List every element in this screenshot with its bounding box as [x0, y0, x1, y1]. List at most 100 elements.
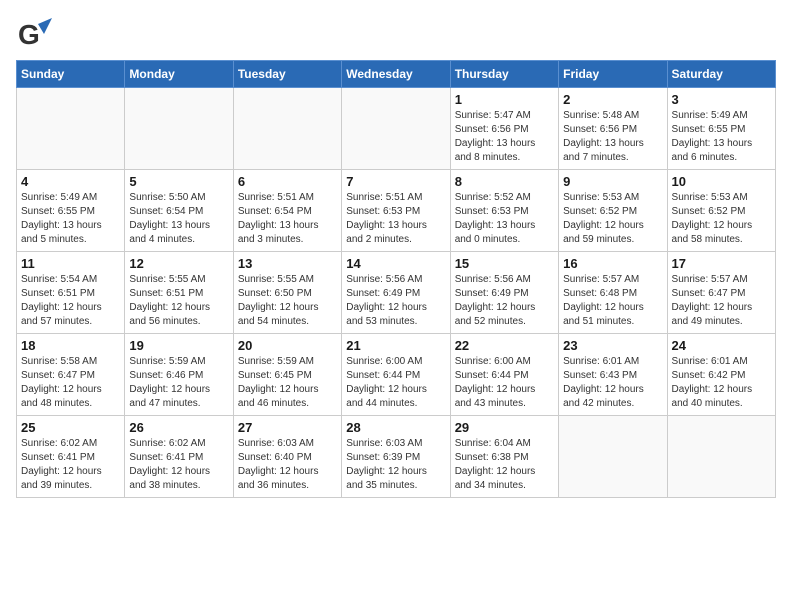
day-info: Sunrise: 5:51 AM Sunset: 6:54 PM Dayligh…	[238, 191, 337, 247]
day-info: Sunrise: 6:01 AM Sunset: 6:42 PM Dayligh…	[672, 355, 771, 411]
calendar-cell: 9 Sunrise: 5:53 AM Sunset: 6:52 PM Daylig…	[559, 170, 667, 252]
day-info: Sunrise: 6:03 AM Sunset: 6:40 PM Dayligh…	[238, 437, 337, 493]
day-info: Sunrise: 6:02 AM Sunset: 6:41 PM Dayligh…	[21, 437, 120, 493]
day-info: Sunrise: 5:51 AM Sunset: 6:53 PM Dayligh…	[346, 191, 445, 247]
calendar-cell: 4Sunrise: 5:49 AM Sunset: 6:55 PM Daylig…	[17, 170, 125, 252]
day-info: Sunrise: 5:47 AM Sunset: 6:56 PM Dayligh…	[455, 109, 554, 165]
day-number: 25	[21, 420, 120, 435]
day-number: 17	[672, 256, 771, 271]
calendar-cell: 26 Sunrise: 6:02 AM Sunset: 6:41 PM Dayli…	[125, 416, 233, 498]
calendar-cell: 24 Sunrise: 6:01 AM Sunset: 6:42 PM Dayli…	[667, 334, 775, 416]
day-number: 14	[346, 256, 445, 271]
day-info: Sunrise: 5:53 AM Sunset: 6:52 PM Dayligh…	[672, 191, 771, 247]
calendar-cell: 29 Sunrise: 6:04 AM Sunset: 6:38 PM Dayli…	[450, 416, 558, 498]
calendar-cell: 14 Sunrise: 5:56 AM Sunset: 6:49 PM Dayli…	[342, 252, 450, 334]
col-header-sunday: Sunday	[17, 61, 125, 88]
col-header-thursday: Thursday	[450, 61, 558, 88]
calendar-cell: 18 Sunrise: 5:58 AM Sunset: 6:47 PM Dayli…	[17, 334, 125, 416]
calendar-cell: 22 Sunrise: 6:00 AM Sunset: 6:44 PM Dayli…	[450, 334, 558, 416]
calendar-cell: 19 Sunrise: 5:59 AM Sunset: 6:46 PM Dayli…	[125, 334, 233, 416]
calendar-cell: 15 Sunrise: 5:56 AM Sunset: 6:49 PM Dayli…	[450, 252, 558, 334]
calendar-cell: 8 Sunrise: 5:52 AM Sunset: 6:53 PM Daylig…	[450, 170, 558, 252]
calendar-cell: 1 Sunrise: 5:47 AM Sunset: 6:56 PM Daylig…	[450, 88, 558, 170]
calendar-cell: 20 Sunrise: 5:59 AM Sunset: 6:45 PM Dayli…	[233, 334, 341, 416]
calendar-cell: 11 Sunrise: 5:54 AM Sunset: 6:51 PM Dayli…	[17, 252, 125, 334]
day-info: Sunrise: 5:56 AM Sunset: 6:49 PM Dayligh…	[346, 273, 445, 329]
day-number: 21	[346, 338, 445, 353]
day-number: 12	[129, 256, 228, 271]
day-number: 23	[563, 338, 662, 353]
day-info: Sunrise: 6:01 AM Sunset: 6:43 PM Dayligh…	[563, 355, 662, 411]
svg-text:G: G	[18, 19, 40, 50]
day-info: Sunrise: 5:55 AM Sunset: 6:50 PM Dayligh…	[238, 273, 337, 329]
logo: G	[16, 16, 56, 52]
day-info: Sunrise: 6:04 AM Sunset: 6:38 PM Dayligh…	[455, 437, 554, 493]
calendar-cell: 16 Sunrise: 5:57 AM Sunset: 6:48 PM Dayli…	[559, 252, 667, 334]
col-header-tuesday: Tuesday	[233, 61, 341, 88]
day-number: 5	[129, 174, 228, 189]
day-info: Sunrise: 5:59 AM Sunset: 6:45 PM Dayligh…	[238, 355, 337, 411]
logo-icon: G	[16, 16, 52, 52]
col-header-wednesday: Wednesday	[342, 61, 450, 88]
day-info: Sunrise: 5:48 AM Sunset: 6:56 PM Dayligh…	[563, 109, 662, 165]
calendar-cell	[17, 88, 125, 170]
day-number: 13	[238, 256, 337, 271]
day-info: Sunrise: 5:59 AM Sunset: 6:46 PM Dayligh…	[129, 355, 228, 411]
day-number: 28	[346, 420, 445, 435]
day-number: 20	[238, 338, 337, 353]
day-number: 16	[563, 256, 662, 271]
day-number: 18	[21, 338, 120, 353]
calendar-cell: 7 Sunrise: 5:51 AM Sunset: 6:53 PM Daylig…	[342, 170, 450, 252]
day-info: Sunrise: 5:55 AM Sunset: 6:51 PM Dayligh…	[129, 273, 228, 329]
day-number: 15	[455, 256, 554, 271]
day-info: Sunrise: 5:49 AM Sunset: 6:55 PM Dayligh…	[672, 109, 771, 165]
calendar-cell	[125, 88, 233, 170]
day-number: 7	[346, 174, 445, 189]
calendar-cell: 3 Sunrise: 5:49 AM Sunset: 6:55 PM Daylig…	[667, 88, 775, 170]
day-number: 26	[129, 420, 228, 435]
day-number: 22	[455, 338, 554, 353]
day-number: 24	[672, 338, 771, 353]
day-number: 6	[238, 174, 337, 189]
day-info: Sunrise: 6:03 AM Sunset: 6:39 PM Dayligh…	[346, 437, 445, 493]
day-number: 1	[455, 92, 554, 107]
calendar-cell: 5 Sunrise: 5:50 AM Sunset: 6:54 PM Daylig…	[125, 170, 233, 252]
day-number: 11	[21, 256, 120, 271]
calendar-cell: 28 Sunrise: 6:03 AM Sunset: 6:39 PM Dayli…	[342, 416, 450, 498]
day-info: Sunrise: 5:54 AM Sunset: 6:51 PM Dayligh…	[21, 273, 120, 329]
calendar-cell	[233, 88, 341, 170]
day-info: Sunrise: 6:00 AM Sunset: 6:44 PM Dayligh…	[455, 355, 554, 411]
day-info: Sunrise: 5:53 AM Sunset: 6:52 PM Dayligh…	[563, 191, 662, 247]
day-info: Sunrise: 5:56 AM Sunset: 6:49 PM Dayligh…	[455, 273, 554, 329]
day-info: Sunrise: 5:58 AM Sunset: 6:47 PM Dayligh…	[21, 355, 120, 411]
calendar-cell	[667, 416, 775, 498]
day-number: 10	[672, 174, 771, 189]
day-info: Sunrise: 6:02 AM Sunset: 6:41 PM Dayligh…	[129, 437, 228, 493]
day-info: Sunrise: 5:52 AM Sunset: 6:53 PM Dayligh…	[455, 191, 554, 247]
day-number: 9	[563, 174, 662, 189]
calendar-cell: 21 Sunrise: 6:00 AM Sunset: 6:44 PM Dayli…	[342, 334, 450, 416]
day-info: Sunrise: 5:57 AM Sunset: 6:48 PM Dayligh…	[563, 273, 662, 329]
header: G	[16, 16, 776, 52]
col-header-saturday: Saturday	[667, 61, 775, 88]
calendar: SundayMondayTuesdayWednesdayThursdayFrid…	[16, 60, 776, 498]
calendar-cell: 25 Sunrise: 6:02 AM Sunset: 6:41 PM Dayli…	[17, 416, 125, 498]
calendar-cell: 10 Sunrise: 5:53 AM Sunset: 6:52 PM Dayli…	[667, 170, 775, 252]
calendar-cell: 23 Sunrise: 6:01 AM Sunset: 6:43 PM Dayli…	[559, 334, 667, 416]
day-number: 3	[672, 92, 771, 107]
calendar-cell: 2Sunrise: 5:48 AM Sunset: 6:56 PM Daylig…	[559, 88, 667, 170]
day-info: Sunrise: 5:50 AM Sunset: 6:54 PM Dayligh…	[129, 191, 228, 247]
calendar-cell: 12 Sunrise: 5:55 AM Sunset: 6:51 PM Dayli…	[125, 252, 233, 334]
col-header-friday: Friday	[559, 61, 667, 88]
calendar-cell: 17Sunrise: 5:57 AM Sunset: 6:47 PM Dayli…	[667, 252, 775, 334]
calendar-cell	[559, 416, 667, 498]
day-number: 19	[129, 338, 228, 353]
calendar-cell: 13 Sunrise: 5:55 AM Sunset: 6:50 PM Dayli…	[233, 252, 341, 334]
day-info: Sunrise: 6:00 AM Sunset: 6:44 PM Dayligh…	[346, 355, 445, 411]
day-info: Sunrise: 5:49 AM Sunset: 6:55 PM Dayligh…	[21, 191, 120, 247]
calendar-cell	[342, 88, 450, 170]
col-header-monday: Monday	[125, 61, 233, 88]
day-number: 8	[455, 174, 554, 189]
day-number: 27	[238, 420, 337, 435]
day-number: 29	[455, 420, 554, 435]
